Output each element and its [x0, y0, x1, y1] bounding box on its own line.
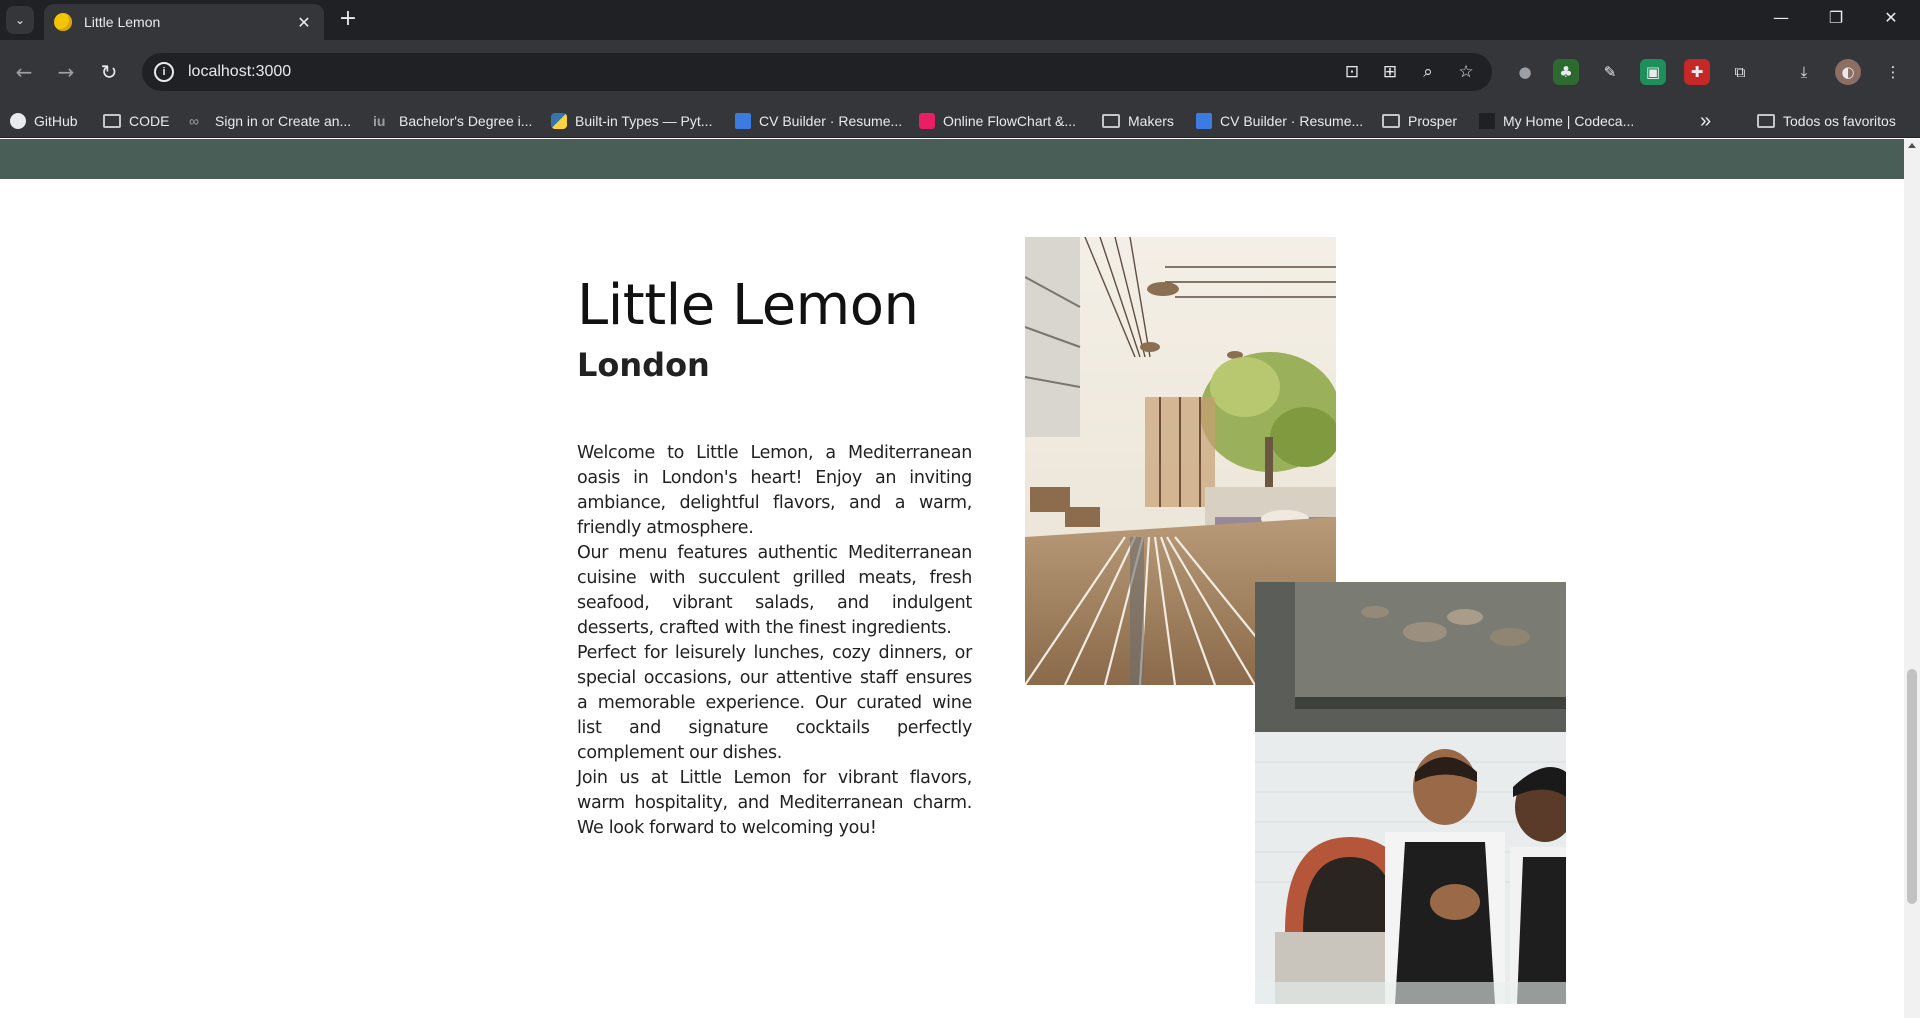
folder-icon: [103, 114, 121, 128]
page-subtitle: London: [577, 346, 710, 384]
close-window-button[interactable]: ✕: [1876, 8, 1906, 27]
green-extension-icon[interactable]: ▣: [1640, 59, 1666, 85]
restore-button[interactable]: ❐: [1821, 8, 1851, 27]
all-bookmarks-folder[interactable]: Todos os favoritos: [1757, 111, 1896, 131]
bookmarks-bar: GitHub CODE ∞ Sign in or Create an... iu…: [0, 102, 1920, 138]
browser-tab-bar: ⌄ Little Lemon ✕ + — ❐ ✕: [0, 0, 1920, 40]
bookmark-label: CODE: [129, 113, 170, 129]
tab-close-icon[interactable]: ✕: [294, 13, 314, 32]
lemon-favicon-icon: [54, 13, 72, 31]
bookmark-label: Prosper: [1408, 113, 1458, 129]
forward-arrow-icon[interactable]: →: [52, 58, 80, 86]
translate-icon[interactable]: ⊞: [1378, 60, 1402, 84]
about-paragraph: Our menu features authentic Mediterranea…: [577, 543, 972, 638]
bookmark-label: My Home | Codeca...: [1503, 113, 1635, 129]
about-paragraph: Join us at Little Lemon for vibrant flav…: [577, 768, 972, 838]
downloads-icon[interactable]: ⤓: [1791, 59, 1817, 85]
page-title: Little Lemon: [577, 273, 919, 338]
install-app-icon[interactable]: ⊡: [1340, 60, 1364, 84]
flowchart-icon: [919, 113, 935, 129]
back-arrow-icon[interactable]: ←: [10, 58, 38, 86]
bookmark-star-icon[interactable]: ☆: [1454, 60, 1478, 84]
bookmark-label: CV Builder · Resume...: [759, 113, 903, 129]
bookmark-flowchart[interactable]: Online FlowChart &...: [919, 111, 1076, 131]
browser-tab[interactable]: Little Lemon ✕: [44, 4, 324, 40]
bookmark-bachelors[interactable]: iu Bachelor's Degree i...: [373, 111, 532, 131]
menu-kebab-icon[interactable]: ⋮: [1880, 59, 1906, 85]
all-bookmarks-label: Todos os favoritos: [1783, 113, 1896, 129]
bookmarks-overflow-icon[interactable]: »: [1700, 110, 1711, 132]
bookmark-label: Online FlowChart &...: [943, 113, 1077, 129]
scroll-up-arrow-icon[interactable]: [1908, 143, 1916, 148]
tree-extension-icon[interactable]: ♣: [1553, 59, 1579, 85]
github-icon: [10, 113, 26, 129]
iu-icon: iu: [373, 113, 386, 129]
chefs-photo: [1255, 582, 1566, 1004]
new-tab-button[interactable]: +: [336, 8, 360, 32]
about-description: Welcome to Little Lemon, a Mediterranean…: [577, 441, 972, 841]
bookmark-cv-builder-1[interactable]: CV Builder · Resume...: [735, 111, 902, 131]
minimize-button[interactable]: —: [1766, 8, 1796, 27]
bookmark-label: GitHub: [34, 113, 78, 129]
profile-avatar[interactable]: ◐: [1835, 59, 1861, 85]
extensions-puzzle-icon[interactable]: ⧉: [1727, 59, 1753, 85]
address-bar[interactable]: i localhost:3000 ⊡ ⊞ ⌕ ☆: [142, 53, 1492, 91]
folder-icon: [1102, 114, 1120, 128]
folder-icon: [1382, 114, 1400, 128]
page-scrollbar[interactable]: [1904, 139, 1920, 1018]
header-nav-strip: [0, 139, 1904, 179]
bookmark-cv-builder-2[interactable]: CV Builder · Resume...: [1196, 111, 1363, 131]
cv-builder-icon: [1196, 113, 1212, 129]
extension-dot-icon[interactable]: ●: [1512, 59, 1538, 85]
cv-builder-icon: [735, 113, 751, 129]
bookmark-code-folder[interactable]: CODE: [103, 111, 169, 131]
scrollbar-thumb[interactable]: [1907, 669, 1917, 904]
eyedropper-extension-icon[interactable]: ✎: [1597, 59, 1623, 85]
tab-search-button[interactable]: ⌄: [6, 6, 34, 34]
bookmark-codecademy[interactable]: My Home | Codeca...: [1479, 111, 1634, 131]
python-icon: [551, 113, 567, 129]
reload-icon[interactable]: ↻: [95, 58, 123, 86]
bookmark-label: Sign in or Create an...: [215, 113, 352, 129]
about-paragraph: Perfect for leisurely lunches, cozy dinn…: [577, 643, 972, 763]
bookmark-python[interactable]: Built-in Types — Pyt...: [551, 111, 712, 131]
bookmark-sign-in[interactable]: ∞ Sign in or Create an...: [189, 111, 351, 131]
bookmark-makers-folder[interactable]: Makers: [1102, 111, 1174, 131]
folder-icon: [1757, 114, 1775, 128]
red-extension-icon[interactable]: ✚: [1684, 59, 1710, 85]
bookmark-prosper-folder[interactable]: Prosper: [1382, 111, 1457, 131]
about-paragraph: Welcome to Little Lemon, a Mediterranean…: [577, 443, 972, 538]
page-viewport: Little Lemon London Welcome to Little Le…: [0, 139, 1904, 1018]
zoom-icon[interactable]: ⌕: [1416, 60, 1440, 84]
link-icon: ∞: [189, 113, 199, 129]
bookmark-github[interactable]: GitHub: [10, 111, 78, 131]
bookmark-label: CV Builder · Resume...: [1220, 113, 1364, 129]
bookmark-label: Built-in Types — Pyt...: [575, 113, 713, 129]
bookmark-label: Bachelor's Degree i...: [399, 113, 533, 129]
site-info-icon[interactable]: i: [154, 62, 174, 82]
tab-title: Little Lemon: [84, 14, 161, 30]
url-text[interactable]: localhost:3000: [188, 63, 1340, 81]
bookmark-label: Makers: [1128, 113, 1174, 129]
codecademy-icon: [1479, 113, 1495, 129]
